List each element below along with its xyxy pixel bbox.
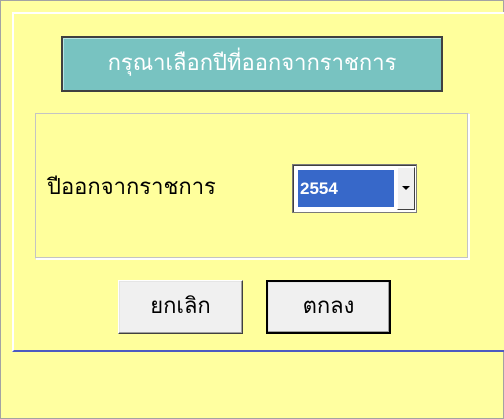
ok-button[interactable]: ตกลง	[266, 280, 391, 334]
chevron-down-icon	[402, 186, 410, 190]
year-select[interactable]: 2554	[292, 164, 417, 213]
year-selected-value[interactable]: 2554	[298, 170, 394, 207]
dropdown-button[interactable]	[397, 167, 415, 210]
cancel-button[interactable]: ยกเลิก	[118, 280, 243, 334]
dialog-title: กรุณาเลือกปีที่ออกจากราชการ	[61, 36, 443, 92]
year-label: ปีออกจากราชการ	[47, 175, 216, 200]
